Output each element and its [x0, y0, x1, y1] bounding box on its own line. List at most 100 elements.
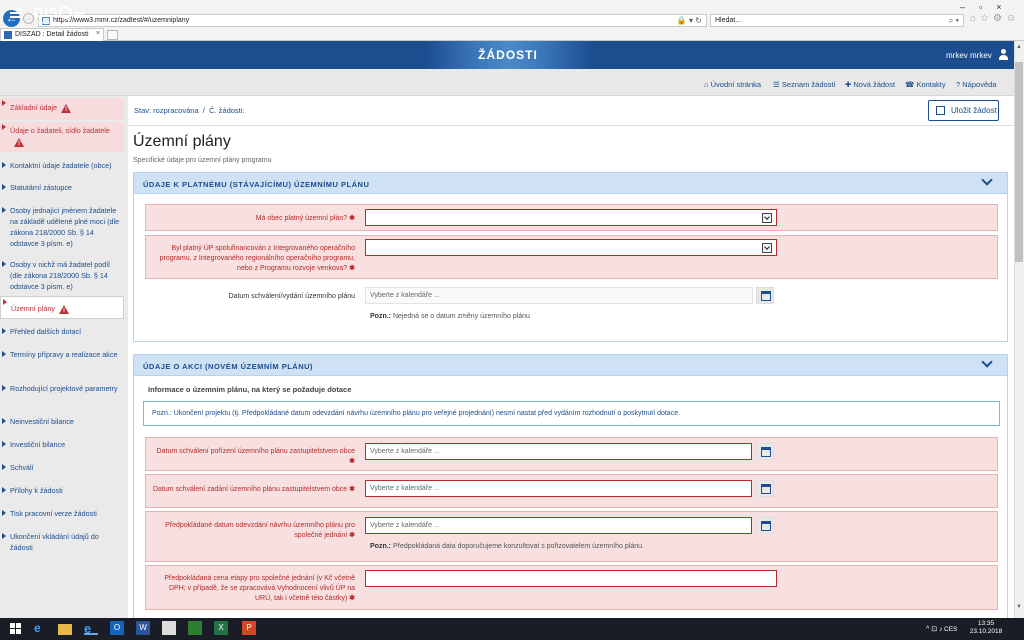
- approval-assignment-date-input[interactable]: Vyberte z kalendáře ...: [365, 480, 752, 497]
- nav-list[interactable]: ☰ Seznam žádostí: [773, 80, 836, 89]
- clock[interactable]: 13:35 23.10.2018: [966, 620, 1006, 636]
- sidebar-item-label: Statutární zástupce: [10, 183, 72, 192]
- powerpoint-icon[interactable]: P: [242, 621, 256, 635]
- toolbar-icons[interactable]: ⌂☆⚙☺: [970, 13, 1020, 24]
- logo-subtitle: ŽÁDOSTI: [37, 20, 55, 25]
- chevron-down-icon[interactable]: [762, 213, 772, 223]
- start-icon[interactable]: [10, 623, 21, 634]
- crumb-number: Č. žádosti:: [209, 106, 245, 115]
- scroll-down-icon[interactable]: ▼: [1016, 604, 1022, 610]
- excel-icon[interactable]: X: [214, 621, 228, 635]
- browser-search-input[interactable]: Hledat... ⌕ ▾: [710, 14, 964, 27]
- stage-price-input[interactable]: [365, 570, 777, 587]
- sidebar-item-label: Tisk pracovní verze žádosti: [10, 509, 97, 518]
- field-label: Předpokládaná cena etapy pro společné je…: [164, 575, 355, 602]
- sidebar-item-approves[interactable]: Schválí: [0, 462, 124, 473]
- sidebar-item-other-grants[interactable]: Přehled dalších dotací: [0, 326, 124, 337]
- sidebar-item-print[interactable]: Tisk pracovní verze žádosti: [0, 508, 124, 519]
- section-title: ÚDAJE K PLATNÉMU (STÁVAJÍCÍMU) ÚZEMNÍMU …: [143, 180, 370, 189]
- user-icon[interactable]: [998, 49, 1008, 60]
- calculator-icon[interactable]: [162, 621, 176, 635]
- logo-circle-icon: [59, 6, 72, 19]
- field-label: Byl platný ÚP spolufinancován z Integrov…: [159, 245, 355, 272]
- has-plan-select[interactable]: [365, 209, 777, 226]
- sidebar-item-contacts[interactable]: Kontaktní údaje žadatele (obce): [0, 160, 124, 171]
- edge-icon[interactable]: e: [34, 621, 48, 635]
- chevron-down-icon[interactable]: [762, 243, 772, 253]
- word-icon[interactable]: W: [136, 621, 150, 635]
- sidebar-item-proxy-persons[interactable]: Osoby jednající jménem žadatele na zákla…: [0, 205, 124, 249]
- section-new-plan-header[interactable]: ÚDAJE O AKCI (NOVÉM ÚZEMNÍM PLÁNU): [133, 354, 1008, 376]
- sidebar-item-spatial-plans[interactable]: Územní plány: [0, 296, 124, 319]
- calendar-button[interactable]: [756, 480, 774, 497]
- app-icon[interactable]: [188, 621, 202, 635]
- chevron-down-icon[interactable]: [981, 356, 993, 368]
- sidebar-item-attachments[interactable]: Přílohy k žádosti: [0, 485, 124, 496]
- cofinanced-select[interactable]: [365, 239, 777, 256]
- approval-procurement-date-input[interactable]: Vyberte z kalendáře ...: [365, 443, 752, 460]
- placeholder: Vyberte z kalendáře ...: [370, 485, 440, 492]
- tab-close-icon[interactable]: ×: [96, 30, 100, 37]
- explorer-icon[interactable]: [58, 624, 72, 635]
- placeholder: Vyberte z kalendáře ...: [370, 292, 440, 299]
- new-tab-button[interactable]: [107, 30, 118, 40]
- sidebar-item-label: Rozhodující projektové parametry: [10, 384, 118, 393]
- window-controls[interactable]: –▫×: [960, 2, 1015, 12]
- page-title: Územní plány: [133, 133, 231, 150]
- lock-refresh-icon[interactable]: 🔒 ▾ ↻: [677, 16, 702, 25]
- browser-tab[interactable]: DISZAD : Detail žádosti ×: [0, 28, 104, 41]
- submission-date-input[interactable]: Vyberte z kalendáře ...: [365, 517, 752, 534]
- plan-date-input[interactable]: Vyberte z kalendáře ...: [365, 287, 753, 304]
- sidebar-item-statutory[interactable]: Statutární zástupce: [0, 182, 124, 193]
- info-text: Pozn.: Ukončení projektu (tj. Předpoklád…: [152, 410, 681, 417]
- sidebar-item-applicant[interactable]: Údaje o žadateli, sídlo žadatele: [0, 122, 124, 152]
- calendar-icon: [761, 521, 771, 531]
- search-icon[interactable]: ⌕ ▾: [949, 16, 959, 26]
- nav-contacts[interactable]: ☎ Kontakty: [905, 80, 946, 89]
- address-bar[interactable]: https://www3.mmr.cz/zadtest/#/uzemniplan…: [38, 14, 707, 27]
- clock-date: 23.10.2018: [969, 628, 1003, 635]
- field-label: Má obec platný územní plán? ✱: [255, 215, 355, 222]
- outlook-icon[interactable]: O: [110, 621, 124, 635]
- clock-time: 13:35: [977, 620, 995, 627]
- tab-title: DISZAD : Detail žádosti: [15, 31, 89, 38]
- tray-icons[interactable]: ^⊡♪: [926, 625, 945, 633]
- sidebar-item-share-persons[interactable]: Osoby v nichž má žadatel podíl (dle záko…: [0, 259, 124, 292]
- nav-home[interactable]: ⌂ Úvodní stránka: [704, 80, 761, 89]
- sidebar-item-schedule[interactable]: Termíny přípravy a realizace akce: [0, 349, 124, 360]
- sidebar-item-invest[interactable]: Investiční bilance: [0, 439, 124, 450]
- calendar-button[interactable]: [756, 287, 774, 304]
- chevron-down-icon[interactable]: [981, 174, 993, 186]
- sidebar-item-finish[interactable]: Ukončení vkládání údajů do žádosti: [0, 531, 124, 553]
- nav-new[interactable]: ✚ Nová žádost: [845, 80, 895, 89]
- user-name[interactable]: mrkev mrkev: [946, 51, 992, 60]
- logo-mmr: MMR: [73, 12, 85, 18]
- scrollbar-thumb[interactable]: [1015, 62, 1023, 262]
- floppy-icon: [936, 106, 945, 115]
- hamburger-menu-icon[interactable]: [10, 8, 22, 18]
- search-placeholder: Hledat...: [715, 17, 742, 24]
- calendar-button[interactable]: [756, 517, 774, 534]
- ie-icon[interactable]: e: [84, 621, 98, 636]
- sidebar-item-label: Přílohy k žádosti: [10, 486, 63, 495]
- sidebar-item-basic[interactable]: Základní údaje: [0, 98, 124, 120]
- sidebar-item-parameters[interactable]: Rozhodující projektové parametry: [0, 383, 124, 394]
- section-current-plan-header[interactable]: ÚDAJE K PLATNÉMU (STÁVAJÍCÍMU) ÚZEMNÍMU …: [133, 172, 1008, 194]
- nav-home-label: Úvodní stránka: [710, 80, 762, 89]
- save-button[interactable]: Uložit žádost: [928, 100, 999, 121]
- logo[interactable]: DIS: [34, 5, 59, 20]
- nav-help[interactable]: ? Nápověda: [956, 80, 996, 89]
- field-label: Datum schválení pořízení územního plánu …: [156, 448, 355, 465]
- forward-icon[interactable]: →: [23, 13, 34, 24]
- language-indicator[interactable]: CES: [944, 626, 957, 633]
- calendar-button[interactable]: [756, 443, 774, 460]
- warning-icon: [14, 137, 24, 150]
- nav-contacts-label: Kontakty: [916, 80, 946, 89]
- field-note: Pozn.: Nejedná se o datum změny územního…: [370, 313, 530, 320]
- sidebar-item-label: Přehled dalších dotací: [10, 327, 82, 336]
- page-subtitle: Specifické údaje pro územní plány progra…: [133, 157, 272, 164]
- sidebar-item-label: Údaje o žadateli, sídlo žadatele: [10, 126, 110, 135]
- sidebar-item-noninvest[interactable]: Neinvestiční bilance: [0, 416, 124, 427]
- field-label: Předpokládané datum odevzdání návrhu úze…: [165, 522, 355, 539]
- scroll-up-icon[interactable]: ▲: [1016, 44, 1022, 50]
